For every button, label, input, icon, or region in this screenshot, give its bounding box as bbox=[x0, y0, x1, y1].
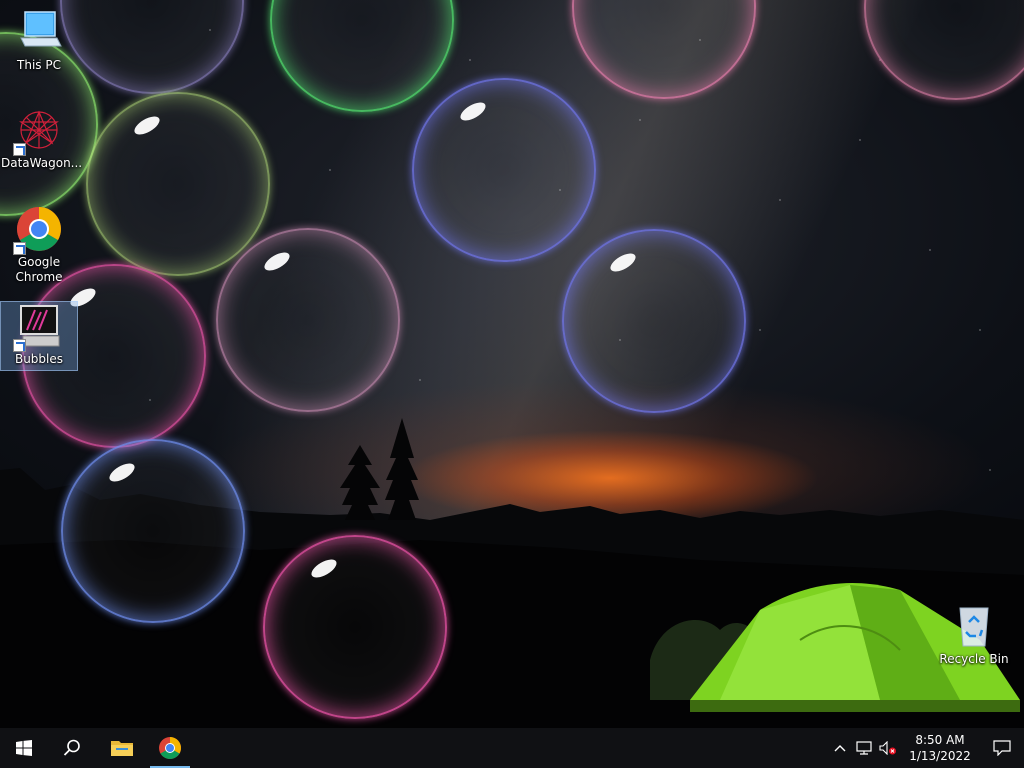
desktop-icon-label: Recycle Bin bbox=[939, 652, 1009, 666]
bubble bbox=[61, 439, 245, 623]
desktop-icon-recycle-bin[interactable]: Recycle Bin bbox=[936, 602, 1012, 667]
desktop-icon-chrome[interactable]: Google Chrome bbox=[1, 205, 77, 285]
desktop[interactable]: This PC DataWagon... Google Chrome Bubbl… bbox=[0, 0, 1024, 728]
volume-muted-icon bbox=[879, 741, 896, 755]
search-button[interactable] bbox=[48, 728, 96, 768]
bubbles-icon bbox=[13, 302, 63, 352]
desktop-icon-label: DataWagon... bbox=[1, 156, 83, 170]
chrome-icon bbox=[13, 205, 63, 255]
pine-tree-right bbox=[385, 418, 419, 520]
search-icon bbox=[63, 739, 80, 756]
show-hidden-icons-button[interactable] bbox=[828, 728, 852, 768]
bubble bbox=[412, 78, 596, 262]
folder-icon bbox=[111, 741, 133, 756]
bubble bbox=[216, 228, 400, 412]
taskbar: 8:50 AM 1/13/2022 bbox=[0, 728, 1024, 768]
clock[interactable]: 8:50 AM 1/13/2022 bbox=[900, 732, 980, 764]
system-tray: 8:50 AM 1/13/2022 bbox=[828, 728, 1024, 768]
network-icon bbox=[856, 741, 872, 755]
this-pc-icon bbox=[15, 8, 63, 56]
datawagon-icon bbox=[13, 106, 63, 156]
action-center-button[interactable] bbox=[980, 728, 1024, 768]
desktop-icon-label: Bubbles bbox=[14, 352, 64, 366]
clock-time: 8:50 AM bbox=[915, 733, 965, 747]
clock-date: 1/13/2022 bbox=[909, 749, 971, 763]
chrome-icon bbox=[159, 737, 181, 759]
desktop-icon-label: This PC bbox=[17, 58, 61, 72]
pine-tree-left bbox=[340, 445, 380, 520]
taskbar-file-explorer[interactable] bbox=[98, 728, 146, 768]
shortcut-arrow-icon bbox=[13, 339, 26, 352]
taskbar-chrome[interactable] bbox=[146, 728, 194, 768]
shortcut-arrow-icon bbox=[13, 143, 26, 156]
recycle-bin-icon bbox=[950, 602, 998, 650]
desktop-icon-this-pc[interactable]: This PC bbox=[1, 8, 77, 73]
windows-start-icon bbox=[16, 740, 32, 756]
bubble bbox=[86, 92, 270, 276]
bubble bbox=[562, 229, 746, 413]
bubble bbox=[263, 535, 447, 719]
start-button[interactable] bbox=[0, 728, 48, 768]
chevron-up-icon bbox=[834, 745, 846, 752]
shortcut-arrow-icon bbox=[13, 242, 26, 255]
action-center-icon bbox=[993, 740, 1011, 756]
network-button[interactable] bbox=[852, 728, 876, 768]
desktop-icon-datawagon[interactable]: DataWagon... bbox=[1, 106, 83, 171]
desktop-icon-bubbles[interactable]: Bubbles bbox=[0, 301, 78, 371]
desktop-icon-label: Google Chrome bbox=[15, 255, 63, 284]
volume-button[interactable] bbox=[876, 728, 900, 768]
